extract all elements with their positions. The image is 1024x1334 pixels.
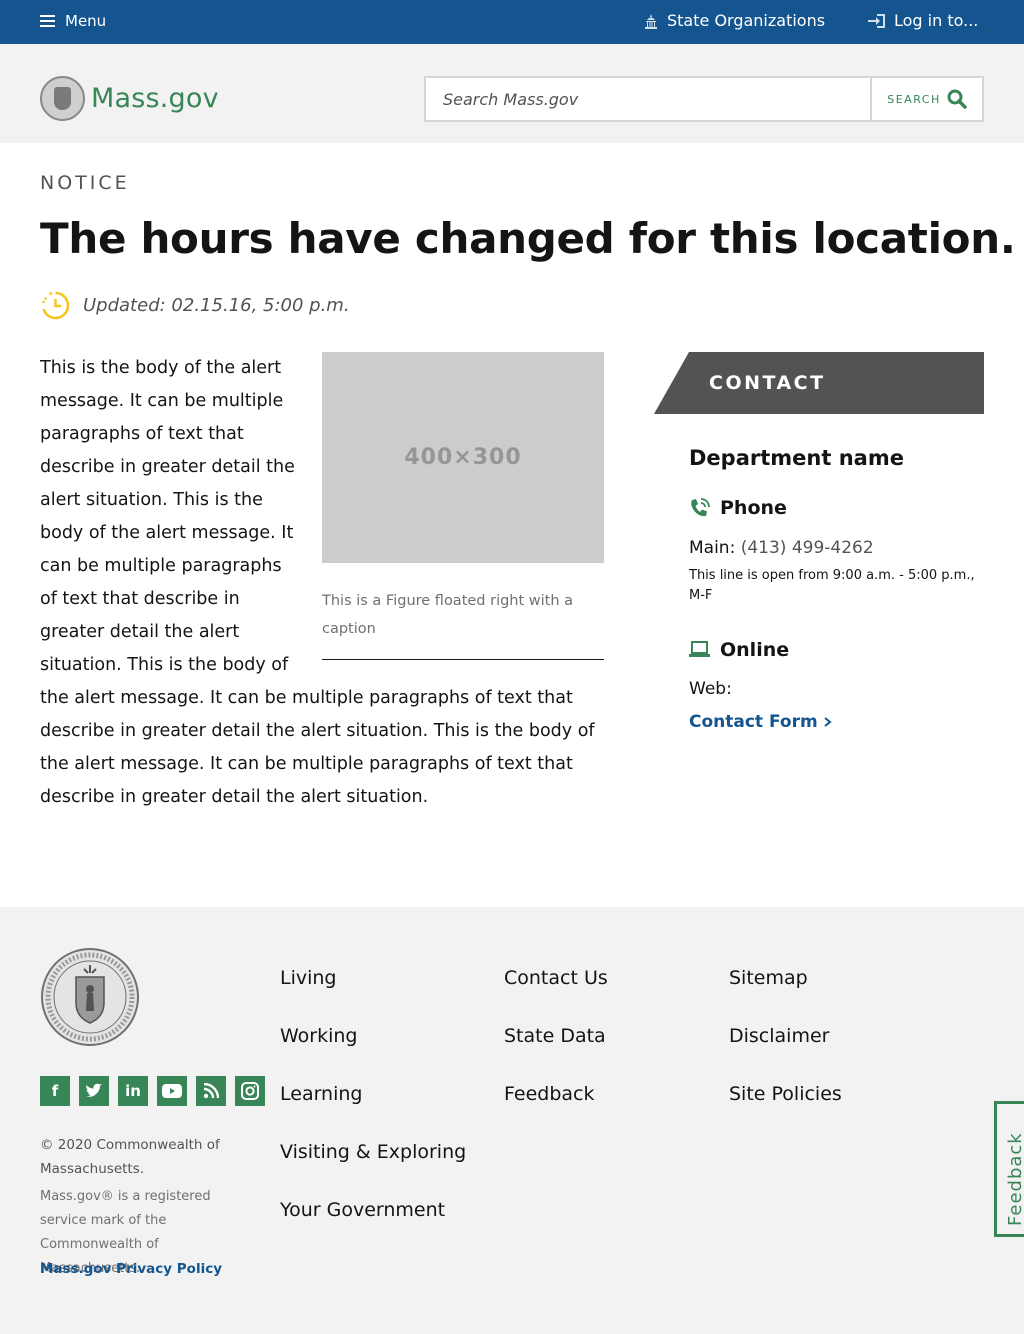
menu-button[interactable]: Menu [40,12,106,30]
state-organizations-label: State Organizations [667,11,826,30]
page-eyebrow: NOTICE [40,172,130,194]
login-link[interactable]: Log in to... [868,11,978,30]
updated-value: 02.15.16, 5:00 p.m. [171,295,350,316]
footer-nav-column-1: Living Working Learning Visiting & Explo… [280,949,466,1239]
feedback-tab-label: Feedback [1005,1132,1024,1226]
instagram-icon[interactable] [235,1076,265,1106]
logo-text: Mass.gov [91,83,219,114]
state-seal-icon [40,76,85,121]
linkedin-icon[interactable]: in [118,1076,148,1106]
search-icon [947,89,967,109]
contact-form-label: Contact Form [689,712,818,732]
copyright-text: © 2020 Commonwealth of Massachusetts. [40,1137,220,1177]
youtube-icon[interactable] [157,1076,187,1106]
mass-gov-logo[interactable]: Mass.gov [40,76,219,121]
phone-icon [691,497,710,516]
contact-heading: CONTACT [709,372,826,394]
online-heading-row: Online [689,639,789,661]
alert-body: 400×300 This is a Figure floated right w… [40,352,604,814]
figure: 400×300 This is a Figure floated right w… [322,352,604,660]
contact-form-link[interactable]: Contact Form [689,712,832,732]
site-footer: f in © 2020 Commonwealth of Massachusett… [0,907,1024,1334]
footer-link-learning[interactable]: Learning [280,1065,466,1123]
footer-link-contact-us[interactable]: Contact Us [504,949,608,1007]
site-header: Mass.gov SEARCH [0,44,1024,143]
social-links: f in [40,1076,265,1106]
utility-nav: Menu State Organizations Log in to... [0,0,1024,44]
footer-link-disclaimer[interactable]: Disclaimer [729,1007,842,1065]
phone-heading: Phone [720,497,787,519]
footer-link-state-data[interactable]: State Data [504,1007,608,1065]
search-button-label: SEARCH [887,92,941,106]
footer-link-site-policies[interactable]: Site Policies [729,1065,842,1123]
facebook-icon[interactable]: f [40,1076,70,1106]
footer-link-working[interactable]: Working [280,1007,466,1065]
login-label: Log in to... [894,11,979,30]
search-form: SEARCH [424,76,984,122]
department-name: Department name [689,446,904,470]
laptop-icon [689,641,710,657]
commonwealth-seal-icon[interactable] [40,947,140,1047]
state-organizations-link[interactable]: State Organizations [643,11,825,30]
main-phone-number[interactable]: (413) 499-4262 [741,538,874,558]
search-button[interactable]: SEARCH [870,78,982,120]
contact-heading-banner: CONTACT [654,352,984,414]
arrow-right-icon [824,717,832,727]
main-phone-label: Main: [689,538,736,558]
login-icon [868,13,885,28]
footer-link-visiting[interactable]: Visiting & Exploring [280,1123,466,1181]
footer-nav-column-2: Contact Us State Data Feedback [504,949,608,1123]
rss-icon[interactable] [196,1076,226,1106]
footer-nav-column-3: Sitemap Disclaimer Site Policies [729,949,842,1123]
page-title: The hours have changed for this location… [40,214,1016,263]
figure-placeholder-text: 400×300 [404,445,522,470]
footer-link-living[interactable]: Living [280,949,466,1007]
footer-link-feedback[interactable]: Feedback [504,1065,608,1123]
clock-icon [41,291,70,320]
footer-link-sitemap[interactable]: Sitemap [729,949,842,1007]
updated-label: Updated: [83,295,166,316]
footer-link-government[interactable]: Your Government [280,1181,466,1239]
figure-caption: This is a Figure floated right with a ca… [322,563,604,660]
capitol-building-icon [645,13,657,29]
main-phone: Main: (413) 499-4262 [689,538,874,558]
online-heading: Online [720,639,790,661]
hamburger-icon [40,15,55,27]
updated-timestamp: Updated: 02.15.16, 5:00 p.m. [40,290,350,321]
privacy-policy-link[interactable]: Mass.gov Privacy Policy [40,1261,222,1277]
twitter-icon[interactable] [79,1076,109,1106]
web-label: Web: [689,679,732,699]
phone-heading-row: Phone [689,497,787,519]
feedback-tab[interactable]: Feedback [994,1101,1024,1237]
search-input[interactable] [426,78,870,120]
menu-label: Menu [65,12,107,30]
phone-hours-note: This line is open from 9:00 a.m. - 5:00 … [689,568,975,603]
figure-image: 400×300 [322,352,604,563]
